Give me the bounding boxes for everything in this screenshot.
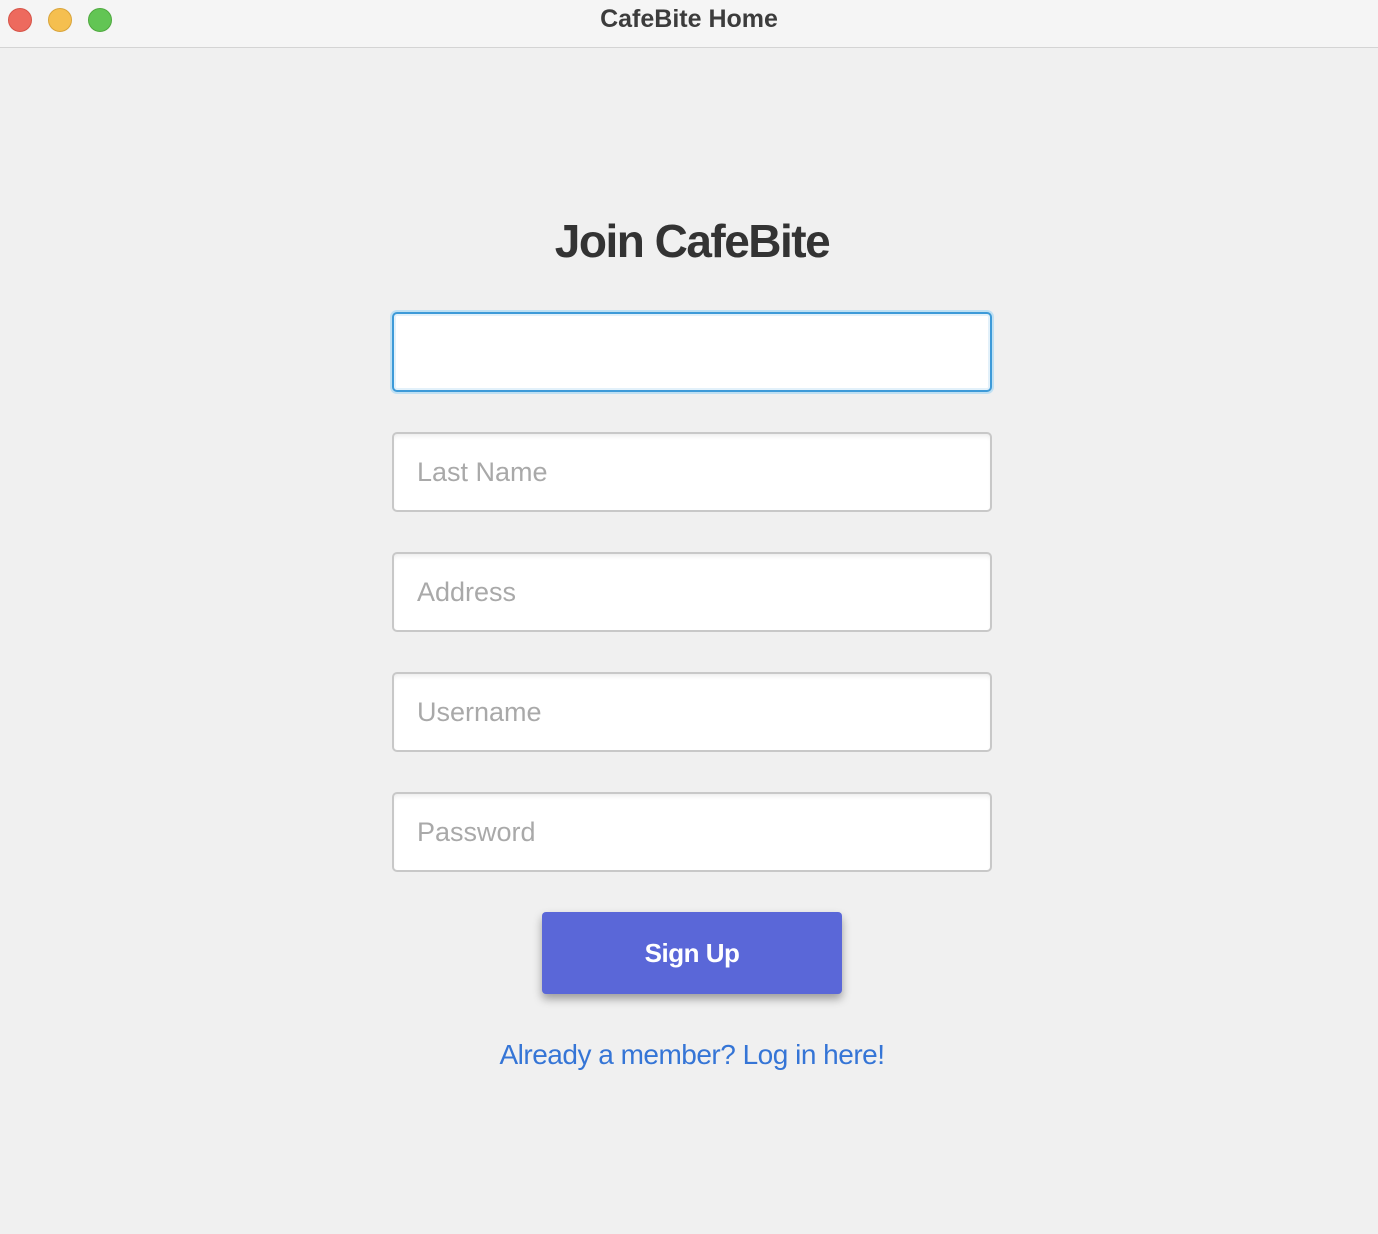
app-window: CafeBite Home Join CafeBite Sign Up Alre… xyxy=(0,0,1378,1234)
window-title: CafeBite Home xyxy=(600,5,778,33)
title-bar: CafeBite Home xyxy=(0,0,1378,48)
login-link[interactable]: Already a member? Log in here! xyxy=(0,1039,1378,1071)
sign-up-button[interactable]: Sign Up xyxy=(542,912,842,994)
last-name-input[interactable] xyxy=(392,432,992,512)
page-title: Join CafeBite xyxy=(554,215,831,267)
address-input[interactable] xyxy=(392,552,992,632)
password-input[interactable] xyxy=(392,792,992,872)
first-name-input[interactable] xyxy=(392,312,992,392)
username-input[interactable] xyxy=(392,672,992,752)
